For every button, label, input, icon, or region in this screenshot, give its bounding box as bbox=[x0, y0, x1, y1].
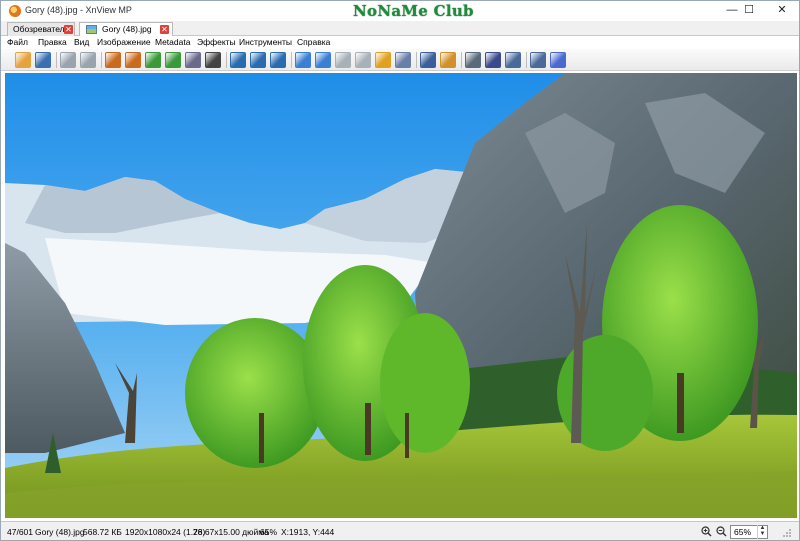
previous-icon[interactable] bbox=[295, 52, 311, 68]
save-icon[interactable] bbox=[35, 52, 51, 68]
tab-label: Gory (48).jpg bbox=[102, 24, 152, 34]
image-thumb-icon bbox=[86, 25, 97, 34]
watermark-brand: NoNaMe Club bbox=[353, 2, 474, 20]
image-viewer[interactable] bbox=[5, 73, 797, 518]
next-icon[interactable] bbox=[315, 52, 331, 68]
maximize-button[interactable]: ☐ bbox=[731, 1, 767, 21]
file-name: Gory (48).jpg bbox=[35, 527, 85, 537]
settings-icon[interactable] bbox=[530, 52, 546, 68]
resize-grip-icon[interactable] bbox=[782, 528, 792, 538]
landscape-photo bbox=[5, 73, 797, 518]
menu-view[interactable]: Вид bbox=[74, 37, 89, 47]
scanner-icon[interactable] bbox=[485, 52, 501, 68]
tab-close-icon[interactable]: ✕ bbox=[160, 25, 169, 34]
title-bar: Gory (48).jpg - XnView MP NoNaMe Club — … bbox=[1, 1, 799, 21]
menu-file[interactable]: Файл bbox=[7, 37, 28, 47]
print-preview-icon[interactable] bbox=[60, 52, 76, 68]
zoom-in-small-icon[interactable] bbox=[701, 526, 712, 537]
last-icon[interactable] bbox=[355, 52, 371, 68]
slideshow-icon[interactable] bbox=[375, 52, 391, 68]
print-icon[interactable] bbox=[465, 52, 481, 68]
tab-close-icon[interactable]: ✕ bbox=[64, 25, 73, 34]
histogram-icon[interactable] bbox=[205, 52, 221, 68]
toolbar-separator bbox=[526, 52, 527, 68]
app-window: Gory (48).jpg - XnView MP NoNaMe Club — … bbox=[0, 0, 800, 541]
rotate-left-icon[interactable] bbox=[145, 52, 161, 68]
menu-effects[interactable]: Эффекты bbox=[197, 37, 236, 47]
adjust-icon[interactable] bbox=[185, 52, 201, 68]
window-title: Gory (48).jpg - XnView MP bbox=[25, 5, 132, 15]
zoom-out-icon[interactable] bbox=[270, 52, 286, 68]
toolbar-separator bbox=[291, 52, 292, 68]
close-window-button[interactable]: ✕ bbox=[763, 1, 799, 21]
menu-bar: Файл Правка Вид Изображение Metadata Эфф… bbox=[1, 36, 799, 49]
screenshot-icon[interactable] bbox=[505, 52, 521, 68]
main-toolbar bbox=[1, 49, 799, 71]
menu-edit[interactable]: Правка bbox=[38, 37, 67, 47]
rotate-right-icon[interactable] bbox=[165, 52, 181, 68]
xnview-app-icon bbox=[9, 5, 21, 17]
menu-metadata[interactable]: Metadata bbox=[155, 37, 190, 47]
menu-tools[interactable]: Инструменты bbox=[239, 37, 292, 47]
compare-icon[interactable] bbox=[395, 52, 411, 68]
resize-icon[interactable] bbox=[125, 52, 141, 68]
tab-image[interactable]: Gory (48).jpg ✕ bbox=[79, 22, 173, 36]
browse-icon[interactable] bbox=[15, 52, 31, 68]
status-bar: 47/601 Gory (48).jpg 568.72 КБ 1920x1080… bbox=[1, 521, 799, 540]
zoom-percent: 65% bbox=[260, 527, 278, 537]
tab-label: Обозреватель bbox=[13, 24, 70, 34]
edit-icon[interactable] bbox=[440, 52, 456, 68]
zoom-fit-icon[interactable] bbox=[250, 52, 266, 68]
fullscreen-icon[interactable] bbox=[420, 52, 436, 68]
crop-icon[interactable] bbox=[105, 52, 121, 68]
menu-image[interactable]: Изображение bbox=[97, 37, 151, 47]
zoom-in-icon[interactable] bbox=[230, 52, 246, 68]
spin-down-icon[interactable]: ▼ bbox=[758, 531, 767, 537]
tab-browser[interactable]: Обозреватель ✕ bbox=[7, 22, 75, 36]
image-index: 47/601 bbox=[7, 527, 33, 537]
tab-bar: Обозреватель ✕ Gory (48).jpg ✕ bbox=[1, 21, 799, 36]
toolbar-separator bbox=[461, 52, 462, 68]
scan-icon[interactable] bbox=[80, 52, 96, 68]
zoom-out-small-icon[interactable] bbox=[716, 526, 727, 537]
first-icon[interactable] bbox=[335, 52, 351, 68]
toolbar-separator bbox=[416, 52, 417, 68]
help-icon[interactable] bbox=[550, 52, 566, 68]
toolbar-separator bbox=[226, 52, 227, 68]
toolbar-separator bbox=[101, 52, 102, 68]
menu-help[interactable]: Справка bbox=[297, 37, 330, 47]
cursor-coords: X:1913, Y:444 bbox=[281, 527, 335, 537]
zoom-spinner[interactable]: ▲ ▼ bbox=[757, 525, 767, 539]
toolbar-separator bbox=[56, 52, 57, 68]
print-size: 26.67x15.00 дюйма bbox=[193, 527, 269, 537]
file-size: 568.72 КБ bbox=[83, 527, 122, 537]
